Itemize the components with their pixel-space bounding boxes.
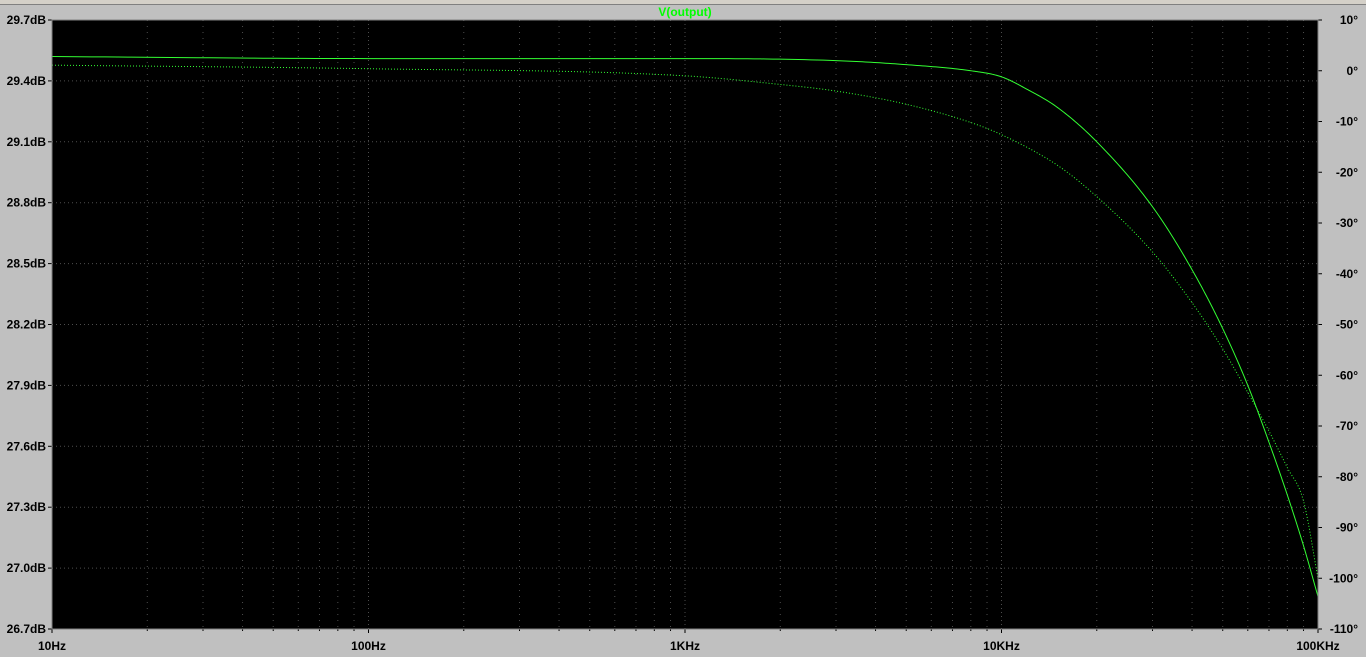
chart-title[interactable]: V(output) (658, 5, 711, 19)
waveform-plot[interactable]: 10Hz 100Hz 1KHz 10KHz 100KHz 29.7dB 29.4dB 29.1… (0, 0, 1366, 657)
x-tick-label: 10KHz (983, 639, 1020, 653)
y-right-tick-label: -100° (1329, 571, 1358, 585)
y-right-tick-label: -90° (1336, 521, 1358, 535)
x-tick-label: 100Hz (351, 639, 386, 653)
y-right-tick-label: -50° (1336, 318, 1358, 332)
y-right-tick-label: -10° (1336, 115, 1358, 129)
y-left-tick-label: 28.2dB (7, 318, 47, 332)
y-right-tick-label: -80° (1336, 470, 1358, 484)
x-tick-label: 100KHz (1296, 639, 1339, 653)
y-left-tick-label: 29.4dB (7, 74, 47, 88)
y-right-tick-label: -40° (1336, 267, 1358, 281)
x-tick-label: 1KHz (670, 639, 700, 653)
y-left-tick-label: 26.7dB (7, 622, 47, 636)
plot-window: 10Hz 100Hz 1KHz 10KHz 100KHz 29.7dB 29.4dB 29.1… (0, 0, 1366, 657)
y-left-tick-label: 29.1dB (7, 135, 47, 149)
y-right-tick-label: -20° (1336, 165, 1358, 179)
y-right-tick-label: 10° (1340, 13, 1358, 27)
y-right-tick-label: -60° (1336, 368, 1358, 382)
x-tick-label: 10Hz (38, 639, 66, 653)
y-left-tick-label: 27.9dB (7, 378, 47, 392)
y-right-tick-label: -70° (1336, 419, 1358, 433)
y-right-tick-label: 0° (1347, 64, 1359, 78)
y-left-tick-label: 29.7dB (7, 13, 47, 27)
y-right-tick-label: -110° (1330, 622, 1358, 636)
y-left-tick-label: 27.0dB (7, 561, 47, 575)
y-left-tick-label: 28.5dB (7, 257, 47, 271)
y-left-tick-label: 28.8dB (7, 196, 47, 210)
y-left-tick-label: 27.3dB (7, 500, 47, 514)
y-left-tick-label: 27.6dB (7, 439, 47, 453)
y-right-tick-label: -30° (1336, 216, 1358, 230)
